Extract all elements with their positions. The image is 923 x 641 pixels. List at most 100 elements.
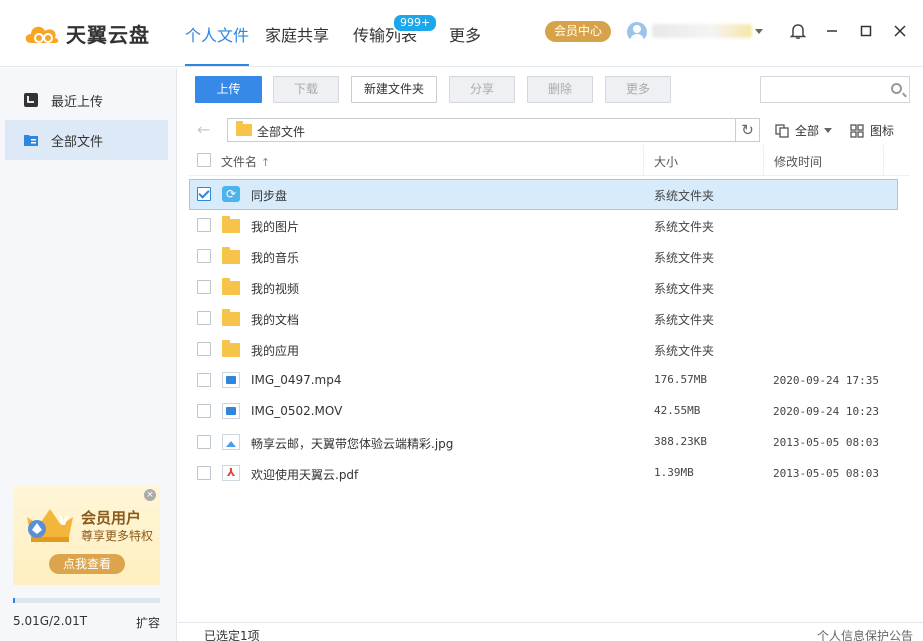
file-name[interactable]: IMG_0497.mp4 <box>251 373 342 387</box>
vip-promo-card[interactable]: V × 会员用户 尊享更多特权 点我查看 <box>13 485 160 585</box>
promo-close-icon[interactable]: × <box>144 489 156 501</box>
table-row[interactable]: 畅享云邮，天翼带您体验云端精彩.jpg 388.23KB 2013-05-05 08… <box>189 427 898 458</box>
video-file-icon <box>222 372 240 388</box>
folder-icon <box>222 278 240 295</box>
row-checkbox[interactable] <box>197 404 211 418</box>
upload-button[interactable]: 上传 <box>195 76 262 103</box>
file-modified-time: 2020-09-24 17:35 <box>773 374 879 387</box>
file-size: 系统文件夹 <box>654 220 715 234</box>
file-name[interactable]: 欢迎使用天翼云.pdf <box>251 466 358 483</box>
table-row[interactable]: ⅄ 欢迎使用天翼云.pdf 1.39MB 2013-05-05 08:03 <box>189 458 898 489</box>
image-file-icon <box>222 434 240 450</box>
file-name[interactable]: 我的音乐 <box>251 249 299 266</box>
share-button[interactable]: 分享 <box>449 76 515 103</box>
file-name[interactable]: 同步盘 <box>251 187 287 204</box>
expand-storage-link[interactable]: 扩容 <box>136 614 160 631</box>
file-size: 系统文件夹 <box>654 313 715 327</box>
sidebar-item-all-files[interactable]: 全部文件 <box>5 120 168 160</box>
select-all-checkbox[interactable] <box>197 153 211 167</box>
minimize-icon[interactable] <box>823 22 841 40</box>
chevron-down-icon <box>824 128 833 133</box>
file-size: 系统文件夹 <box>654 251 715 265</box>
view-mode-label: 图标 <box>870 124 895 138</box>
column-header-size[interactable]: 大小 <box>654 153 678 170</box>
filter-label: 全部 <box>795 124 820 138</box>
svg-text:V: V <box>59 514 69 528</box>
more-button[interactable]: 更多 <box>605 76 671 103</box>
sync-disk-icon: ⟳ <box>222 186 240 202</box>
row-checkbox[interactable] <box>197 466 211 480</box>
file-modified-time: 2020-09-24 10:23 <box>773 405 879 418</box>
file-name[interactable]: IMG_0502.MOV <box>251 404 342 418</box>
avatar[interactable] <box>627 22 647 42</box>
download-button[interactable]: 下载 <box>273 76 339 103</box>
pdf-file-icon: ⅄ <box>222 465 240 481</box>
nav-more[interactable]: 更多 <box>449 22 481 46</box>
file-name[interactable]: 畅享云邮，天翼带您体验云端精彩.jpg <box>251 435 453 452</box>
nav-personal-files[interactable]: 个人文件 <box>185 22 250 66</box>
file-size: 1.39MB <box>654 466 694 479</box>
file-size: 176.57MB <box>654 373 707 386</box>
file-name[interactable]: 我的应用 <box>251 342 299 359</box>
row-checkbox[interactable] <box>197 311 211 325</box>
close-icon[interactable] <box>891 22 909 40</box>
file-size: 系统文件夹 <box>654 282 715 296</box>
refresh-icon[interactable]: ↻ <box>735 119 759 141</box>
maximize-icon[interactable] <box>857 22 875 40</box>
file-size: 系统文件夹 <box>654 344 715 358</box>
column-divider[interactable] <box>883 145 884 176</box>
file-name[interactable]: 我的视频 <box>251 280 299 297</box>
file-size: 42.55MB <box>654 404 701 417</box>
table-row[interactable]: 我的文档 系统文件夹 <box>189 303 898 334</box>
privacy-notice-link[interactable]: 个人信息保护公告 <box>817 627 913 641</box>
back-arrow-icon[interactable]: ← <box>197 122 213 138</box>
search-icon[interactable] <box>891 83 902 94</box>
sidebar-item-recent-uploads[interactable]: 最近上传 <box>5 80 168 120</box>
row-checkbox[interactable] <box>197 342 211 356</box>
file-type-filter[interactable]: 全部 <box>775 122 833 139</box>
column-divider[interactable] <box>643 145 644 176</box>
promo-view-button[interactable]: 点我查看 <box>49 554 125 574</box>
folder-icon <box>222 247 240 264</box>
row-checkbox[interactable] <box>197 218 211 232</box>
file-size: 系统文件夹 <box>654 189 715 203</box>
storage-progress-fill <box>13 598 15 603</box>
sort-ascending-icon: ↑ <box>260 156 271 169</box>
current-path: 全部文件 <box>257 125 306 139</box>
nav-family-share[interactable]: 家庭共享 <box>265 22 329 46</box>
storage-progress <box>13 598 160 603</box>
row-checkbox[interactable] <box>197 249 211 263</box>
new-folder-button[interactable]: 新建文件夹 <box>351 76 437 103</box>
selection-count: 已选定1项 <box>204 629 260 641</box>
file-modified-time: 2013-05-05 08:03 <box>773 467 879 480</box>
row-checkbox[interactable] <box>197 435 211 449</box>
row-checkbox[interactable] <box>197 280 211 294</box>
folder-icon <box>222 216 240 233</box>
row-checkbox[interactable] <box>197 373 211 387</box>
table-row[interactable]: 我的音乐 系统文件夹 <box>189 241 898 272</box>
sidebar-item-label: 最近上传 <box>51 94 104 110</box>
vip-center-button[interactable]: 会员中心 <box>545 21 611 42</box>
view-mode-toggle[interactable]: 图标 <box>850 122 894 139</box>
column-header-modified[interactable]: 修改时间 <box>774 153 822 170</box>
table-row[interactable]: 我的应用 系统文件夹 <box>189 334 898 365</box>
sidebar: 最近上传 全部文件 V × 会员用户 尊享更多特权 点我查看 5.01G/2.0… <box>0 68 177 641</box>
username-redacted[interactable] <box>652 24 752 38</box>
table-row[interactable]: IMG_0502.MOV 42.55MB 2020-09-24 10:23 <box>189 396 898 427</box>
transfer-count-badge: 999+ <box>392 13 439 33</box>
table-row[interactable]: 我的图片 系统文件夹 <box>189 210 898 241</box>
bell-icon[interactable] <box>789 22 807 40</box>
file-name[interactable]: 我的文档 <box>251 311 299 328</box>
all-files-icon <box>24 135 38 146</box>
table-row[interactable]: 我的视频 系统文件夹 <box>189 272 898 303</box>
column-header-name[interactable]: 文件名 ↑ <box>221 153 270 170</box>
path-bar[interactable]: 全部文件 ↻ <box>227 118 760 142</box>
file-name[interactable]: 我的图片 <box>251 218 299 235</box>
table-row[interactable]: IMG_0497.mp4 176.57MB 2020-09-24 17:35 <box>189 365 898 396</box>
column-divider[interactable] <box>763 145 764 176</box>
account-dropdown-icon[interactable] <box>755 29 763 34</box>
table-row[interactable]: ⟳ 同步盘 系统文件夹 <box>189 179 898 210</box>
delete-button[interactable]: 删除 <box>527 76 593 103</box>
row-checkbox[interactable] <box>197 187 211 201</box>
search-input[interactable] <box>760 76 910 103</box>
